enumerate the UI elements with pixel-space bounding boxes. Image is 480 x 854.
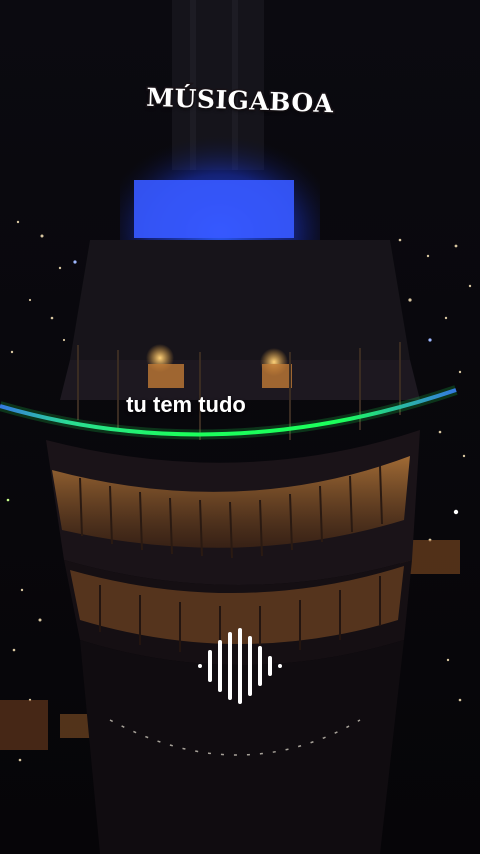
tower-upper-drum (70, 240, 410, 360)
audio-waveform-icon (198, 628, 282, 704)
lyric-caption: tu tem tudo (126, 392, 246, 417)
video-frame[interactable]: MÚSIGABOA tu tem tudo (0, 0, 480, 854)
night-city-scene (0, 0, 480, 854)
